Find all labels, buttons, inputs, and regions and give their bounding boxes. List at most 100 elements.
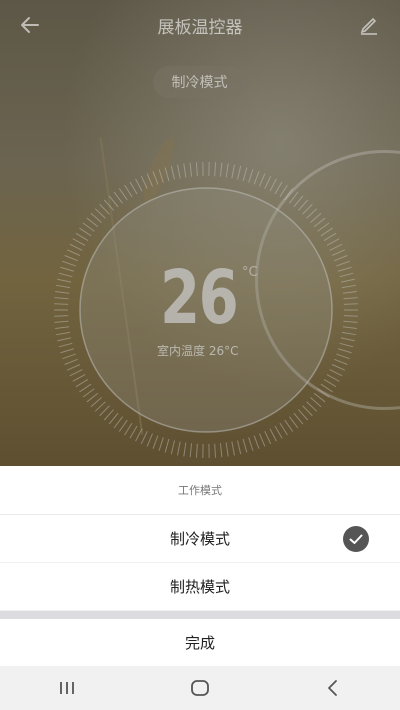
dial-tick <box>269 178 277 192</box>
dial-tick <box>108 412 119 425</box>
option-heating[interactable]: 制热模式 <box>0 563 400 611</box>
dial-tick <box>225 442 229 457</box>
dial-tick <box>340 337 355 342</box>
mode-pill[interactable]: 制冷模式 <box>153 66 246 98</box>
dial-tick <box>302 203 313 215</box>
indoor-temperature: 室内温度 26°C <box>157 344 239 358</box>
dial-tick <box>336 353 350 360</box>
dial-tick <box>170 165 175 180</box>
dial-tick <box>57 337 72 342</box>
dial-tick <box>242 438 248 453</box>
dial-tick <box>306 401 318 412</box>
dial-tick <box>293 195 304 208</box>
dial-tick <box>284 188 294 201</box>
dial-tick <box>66 249 81 256</box>
dial-tick <box>118 188 128 201</box>
dial-tick <box>64 255 78 262</box>
dial-tick <box>177 441 181 456</box>
temperature-value: 26 <box>160 255 239 341</box>
dial-tick <box>264 175 272 189</box>
option-cooling[interactable]: 制冷模式 <box>0 515 400 563</box>
dial-tick <box>82 222 95 232</box>
dial-tick <box>297 199 309 211</box>
recent-apps-icon[interactable] <box>57 680 77 696</box>
dial-tick <box>334 358 348 365</box>
header: 展板温控器 <box>0 0 400 50</box>
dial-tick <box>94 208 106 219</box>
dial-tick <box>313 217 326 228</box>
dial-tick <box>253 435 260 449</box>
dial-tick <box>62 260 76 267</box>
dial-tick <box>57 278 72 283</box>
option-label: 制冷模式 <box>169 530 230 548</box>
dial-tick <box>164 438 170 453</box>
dial-tick <box>326 238 340 246</box>
dial-tick <box>118 419 128 432</box>
dial-tick <box>302 405 313 417</box>
dial-tick <box>253 171 260 185</box>
dial-tick <box>323 378 337 388</box>
sheet-divider <box>0 611 400 619</box>
dial-tick <box>183 442 187 457</box>
dial-tick <box>60 348 75 354</box>
back-nav-icon[interactable] <box>323 679 343 697</box>
dial-tick <box>64 358 78 365</box>
dial-tick <box>58 342 73 348</box>
dial-tick <box>90 397 102 408</box>
dial-tick <box>56 284 71 289</box>
back-arrow-icon[interactable] <box>18 13 42 37</box>
dial-tick <box>248 437 254 451</box>
dial-tick <box>135 178 143 192</box>
dial-tick <box>264 431 272 445</box>
dial-tick <box>54 297 69 300</box>
dial-tick <box>108 195 119 208</box>
sheet-title: 工作模式 <box>0 466 400 515</box>
dial-tick <box>289 191 299 204</box>
dial-tick <box>274 425 283 439</box>
dial-tick <box>214 443 217 458</box>
dial-tick <box>195 443 198 458</box>
dial-tick <box>279 422 288 436</box>
dial-tick <box>237 440 242 455</box>
dial-tick <box>293 412 304 425</box>
dial-tick <box>54 315 69 317</box>
dial-tick <box>60 266 75 272</box>
dial-tick <box>310 212 322 223</box>
dial-tick <box>158 169 164 183</box>
dial-tick <box>55 326 70 330</box>
dial-tick <box>177 164 181 179</box>
dial-tick <box>146 433 153 447</box>
temperature-unit: °C <box>242 265 258 280</box>
dial-tick <box>317 222 330 232</box>
dial-tick <box>195 162 198 177</box>
dial-tick <box>94 401 106 412</box>
dial-tick <box>135 428 143 442</box>
dial-tick <box>341 331 356 336</box>
dial-tick <box>189 162 193 177</box>
dial-tick <box>146 173 153 187</box>
edit-icon[interactable] <box>358 14 380 36</box>
dial-tick <box>86 217 99 228</box>
dial-tick <box>99 203 110 215</box>
dial-tick <box>297 409 309 421</box>
dial-tick <box>140 175 148 189</box>
dial-tick <box>289 416 299 429</box>
dial-tick <box>337 266 352 272</box>
dial-tick <box>72 238 86 246</box>
dial-tick <box>69 243 83 251</box>
dial-tick <box>225 163 229 178</box>
done-button[interactable]: 完成 <box>0 619 400 665</box>
dial-tick <box>331 364 346 371</box>
dial-tick <box>310 397 322 408</box>
dial-tick <box>342 290 357 294</box>
dial-tick <box>62 353 76 360</box>
dial-tick <box>103 199 115 211</box>
dial-tick <box>343 303 358 305</box>
dial-tick <box>284 419 294 432</box>
dial-tick <box>79 383 92 393</box>
home-icon[interactable] <box>190 679 210 697</box>
dial-tick <box>323 232 337 242</box>
dial-tick <box>313 392 326 403</box>
dial-tick <box>164 167 170 182</box>
dial-tick <box>124 422 133 436</box>
